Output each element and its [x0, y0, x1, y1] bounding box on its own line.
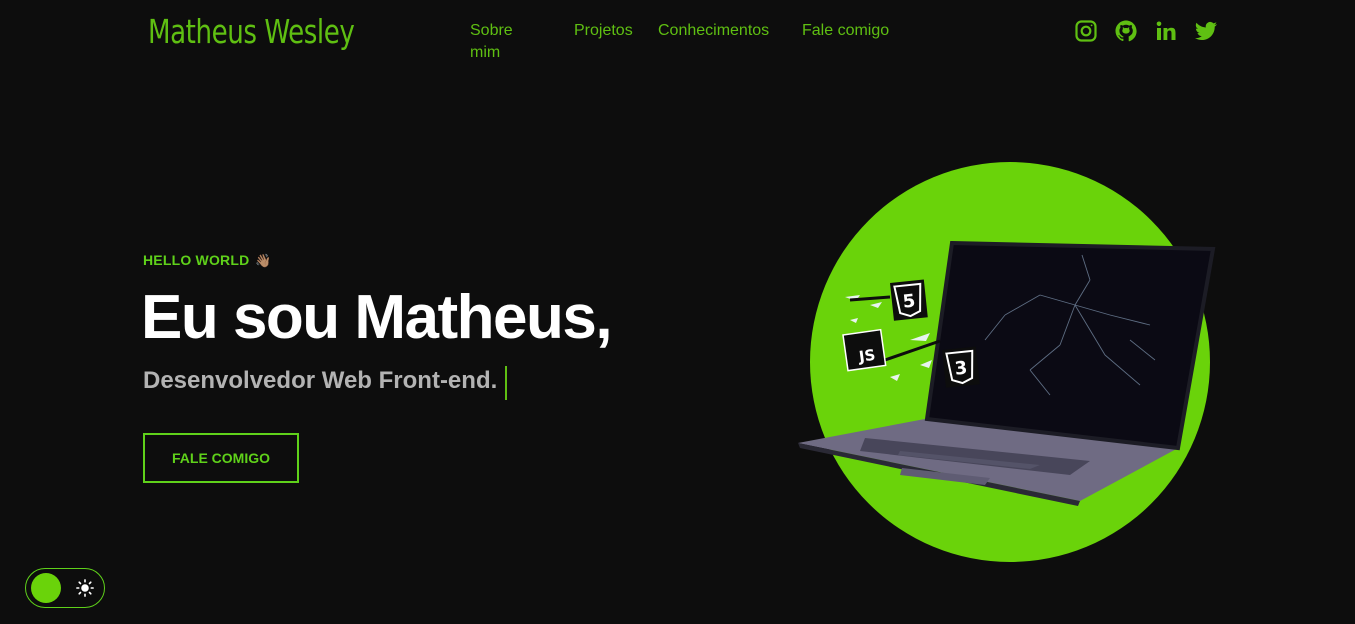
hero-illustration: 5 JS 3 — [790, 155, 1230, 575]
greeting-text: HELLO WORLD — [143, 252, 250, 268]
js-label: JS — [857, 346, 877, 366]
github-icon[interactable] — [1114, 19, 1138, 43]
twitter-icon[interactable] — [1194, 19, 1218, 43]
nav-link-conhecimentos[interactable]: Conhecimentos — [658, 20, 769, 42]
wave-emoji-icon: 👋🏽 — [255, 253, 272, 268]
social-links — [1074, 19, 1218, 43]
toggle-knob — [31, 573, 61, 603]
portfolio-page: Matheus Wesley Sobre mim Projetos Conhec… — [0, 0, 1355, 624]
nav-link-sobre-mim[interactable]: Sobre mim — [470, 20, 513, 64]
nav-link-fale-comigo[interactable]: Fale comigo — [802, 20, 889, 42]
sun-icon — [76, 579, 94, 597]
typing-cursor — [505, 366, 507, 400]
laptop-screen — [927, 243, 1213, 448]
site-logo[interactable]: Matheus Wesley — [148, 12, 355, 51]
linkedin-icon[interactable] — [1154, 19, 1178, 43]
hero-subtitle: Desenvolvedor Web Front-end. — [143, 367, 498, 394]
nav-link-projetos[interactable]: Projetos — [574, 20, 633, 42]
css3-badge: 3 — [942, 346, 980, 388]
javascript-badge: JS — [842, 328, 887, 372]
html5-label: 5 — [902, 291, 917, 313]
hero-greeting: HELLO WORLD 👋🏽 — [143, 252, 272, 269]
css3-label: 3 — [954, 358, 969, 380]
contact-button[interactable]: FALE COMIGO — [143, 433, 299, 483]
instagram-icon[interactable] — [1074, 19, 1098, 43]
hero-title: Eu sou Matheus, — [141, 283, 613, 352]
html5-badge: 5 — [890, 279, 928, 321]
theme-toggle[interactable] — [25, 568, 105, 608]
